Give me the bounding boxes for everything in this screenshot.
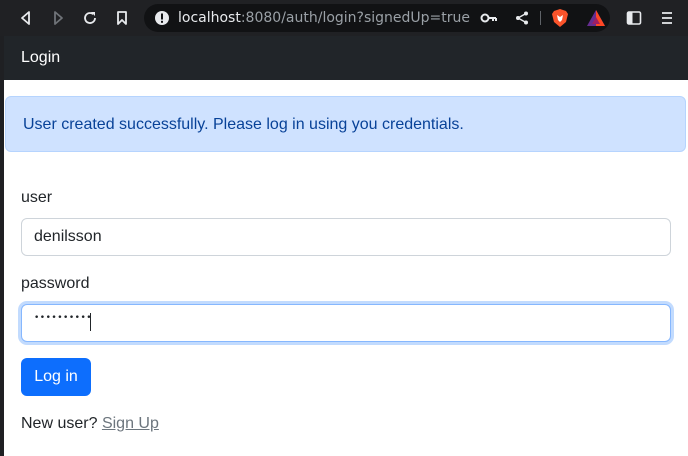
success-alert: User created successfully. Please log in… bbox=[5, 96, 686, 152]
url-separator bbox=[540, 11, 541, 25]
url-host: localhost bbox=[178, 10, 241, 26]
password-masked-value: •••••••••• bbox=[34, 313, 93, 323]
signup-link[interactable]: Sign Up bbox=[102, 415, 159, 432]
share-icon[interactable] bbox=[514, 10, 530, 26]
login-button[interactable]: Log in bbox=[21, 358, 91, 396]
reload-icon[interactable] bbox=[78, 6, 102, 30]
url-path: :8080/auth/login?signedUp=true bbox=[240, 10, 471, 26]
user-input[interactable] bbox=[21, 218, 671, 256]
new-user-text: New user? bbox=[21, 415, 98, 432]
menu-icon[interactable] bbox=[660, 10, 674, 26]
back-icon[interactable] bbox=[14, 6, 38, 30]
navbar-title[interactable]: Login bbox=[21, 49, 60, 67]
user-label: user bbox=[21, 189, 53, 206]
key-icon[interactable] bbox=[480, 10, 498, 26]
url-text: localhost:8080/auth/login?signedUp=true bbox=[178, 10, 470, 26]
text-caret bbox=[90, 313, 91, 331]
site-info-icon[interactable] bbox=[154, 10, 170, 26]
app-navbar: Login bbox=[4, 36, 688, 80]
signup-prompt: New user? Sign Up bbox=[21, 415, 159, 433]
browser-toolbar: localhost:8080/auth/login?signedUp=true bbox=[0, 0, 688, 36]
sidebar-icon[interactable] bbox=[626, 10, 642, 26]
forward-icon[interactable] bbox=[46, 6, 70, 30]
page-content: Login User created successfully. Please … bbox=[4, 36, 688, 456]
address-bar[interactable]: localhost:8080/auth/login?signedUp=true bbox=[144, 4, 610, 32]
brave-rewards-icon[interactable] bbox=[586, 8, 606, 28]
bookmark-icon[interactable] bbox=[110, 6, 134, 30]
brave-shields-icon[interactable] bbox=[551, 8, 569, 28]
password-label: password bbox=[21, 275, 90, 292]
password-input[interactable] bbox=[21, 304, 671, 342]
alert-message: User created successfully. Please log in… bbox=[23, 116, 464, 133]
